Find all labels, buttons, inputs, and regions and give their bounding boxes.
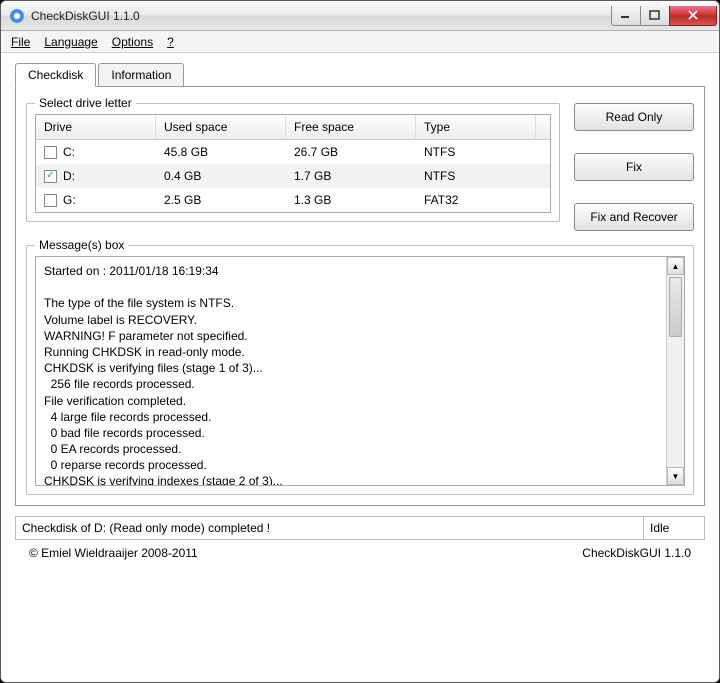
drive-type: FAT32 <box>416 191 536 209</box>
app-version: CheckDiskGUI 1.1.0 <box>582 546 691 560</box>
minimize-button[interactable] <box>611 6 641 26</box>
close-button[interactable] <box>669 6 717 26</box>
window-title: CheckDiskGUI 1.1.0 <box>31 9 140 23</box>
status-line: Checkdisk of D: (Read only mode) complet… <box>15 516 705 540</box>
client-area: Checkdisk Information Select drive lette… <box>1 53 719 682</box>
status-state: Idle <box>644 517 704 539</box>
drive-letter: C: <box>63 145 75 159</box>
drive-free: 26.7 GB <box>286 143 416 161</box>
drive-checkbox[interactable] <box>44 194 57 207</box>
messages-group-title: Message(s) box <box>35 238 128 252</box>
copyright: © Emiel Wieldraaijer 2008-2011 <box>29 546 198 560</box>
scroll-down-icon[interactable]: ▼ <box>667 467 684 485</box>
menu-help[interactable]: ? <box>167 35 174 49</box>
titlebar[interactable]: CheckDiskGUI 1.1.0 <box>1 1 719 31</box>
maximize-button[interactable] <box>640 6 670 26</box>
drive-groupbox: Select drive letter Drive Used space Fre… <box>26 103 560 222</box>
table-row[interactable]: G: 2.5 GB 1.3 GB FAT32 <box>36 188 550 212</box>
drive-used: 0.4 GB <box>156 167 286 185</box>
scroll-thumb[interactable] <box>669 277 682 337</box>
menu-file[interactable]: File <box>11 35 30 49</box>
drive-letter: G: <box>63 193 76 207</box>
tab-information[interactable]: Information <box>98 63 184 87</box>
col-type-header[interactable]: Type <box>416 115 536 139</box>
app-window: CheckDiskGUI 1.1.0 File Language Options… <box>0 0 720 683</box>
messages-groupbox: Message(s) box Started on : 2011/01/18 1… <box>26 245 694 495</box>
drive-checkbox[interactable] <box>44 170 57 183</box>
status-message: Checkdisk of D: (Read only mode) complet… <box>16 517 644 539</box>
drive-table: Drive Used space Free space Type C: 45.8… <box>35 114 551 213</box>
drive-used: 45.8 GB <box>156 143 286 161</box>
scrollbar[interactable]: ▲ ▼ <box>666 257 684 485</box>
table-row[interactable]: C: 45.8 GB 26.7 GB NTFS <box>36 140 550 164</box>
read-only-button[interactable]: Read Only <box>574 103 694 131</box>
app-icon <box>9 8 25 24</box>
window-controls <box>612 6 717 26</box>
drive-free: 1.3 GB <box>286 191 416 209</box>
scroll-track[interactable] <box>667 275 684 467</box>
table-header: Drive Used space Free space Type <box>36 115 550 140</box>
drive-type: NTFS <box>416 143 536 161</box>
menubar: File Language Options ? <box>1 31 719 53</box>
drive-checkbox[interactable] <box>44 146 57 159</box>
footer: © Emiel Wieldraaijer 2008-2011 CheckDisk… <box>15 540 705 568</box>
tab-strip: Checkdisk Information <box>15 63 705 87</box>
menu-language[interactable]: Language <box>44 35 97 49</box>
scroll-up-icon[interactable]: ▲ <box>667 257 684 275</box>
table-row[interactable]: D: 0.4 GB 1.7 GB NTFS <box>36 164 550 188</box>
fix-recover-button[interactable]: Fix and Recover <box>574 203 694 231</box>
drive-group-title: Select drive letter <box>35 96 136 110</box>
messages-text[interactable]: Started on : 2011/01/18 16:19:34 The typ… <box>36 257 666 485</box>
drive-letter: D: <box>63 169 75 183</box>
tab-panel: Select drive letter Drive Used space Fre… <box>15 86 705 506</box>
messages-box: Started on : 2011/01/18 16:19:34 The typ… <box>35 256 685 486</box>
tab-checkdisk[interactable]: Checkdisk <box>15 63 96 87</box>
col-used-header[interactable]: Used space <box>156 115 286 139</box>
fix-button[interactable]: Fix <box>574 153 694 181</box>
drive-used: 2.5 GB <box>156 191 286 209</box>
action-buttons: Read Only Fix Fix and Recover <box>574 97 694 231</box>
drive-free: 1.7 GB <box>286 167 416 185</box>
drive-type: NTFS <box>416 167 536 185</box>
menu-options[interactable]: Options <box>112 35 153 49</box>
col-free-header[interactable]: Free space <box>286 115 416 139</box>
col-drive-header[interactable]: Drive <box>36 115 156 139</box>
